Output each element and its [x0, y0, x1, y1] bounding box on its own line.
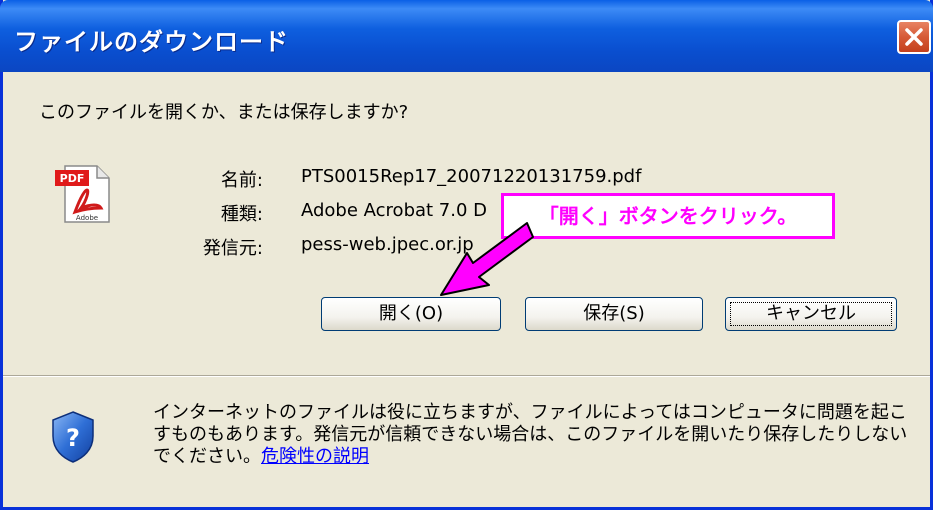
- file-name-value: PTS0015Rep17_20071220131759.pdf: [301, 166, 642, 187]
- security-warning: インターネットのファイルは役に立ちますが、ファイルによってはコンピュータに問題を…: [153, 402, 913, 468]
- file-type-label: 種類:: [220, 204, 263, 225]
- title-bar[interactable]: ファイルのダウンロード: [0, 0, 933, 72]
- cancel-button[interactable]: キャンセル: [725, 297, 897, 331]
- svg-text:Adobe: Adobe: [76, 214, 98, 222]
- open-button[interactable]: 開く(O): [321, 297, 501, 331]
- download-dialog: ファイルのダウンロード このファイルを開くか、または保存しますか? PDF Ad…: [0, 0, 933, 510]
- close-icon: [905, 28, 923, 46]
- save-button[interactable]: 保存(S): [525, 297, 703, 331]
- save-button-label: 保存(S): [583, 303, 645, 324]
- divider: [3, 375, 930, 377]
- cancel-button-label: キャンセル: [766, 303, 856, 324]
- file-source-label: 発信元:: [202, 238, 263, 259]
- instruction-callout: 「開く」ボタンをクリック。: [501, 193, 835, 239]
- close-button[interactable]: [897, 20, 931, 54]
- file-name-label: 名前:: [220, 170, 263, 191]
- focus-ring: キャンセル: [730, 302, 892, 326]
- svg-text:?: ?: [66, 424, 80, 452]
- window-title: ファイルのダウンロード: [14, 28, 289, 56]
- shield-question-icon: ?: [52, 411, 94, 463]
- download-question: このファイルを開くか、または保存しますか?: [39, 102, 409, 123]
- pointer-arrow-icon: [440, 222, 534, 296]
- open-button-label: 開く(O): [378, 303, 444, 324]
- pdf-file-icon: PDF Adobe: [55, 165, 110, 223]
- risk-explanation-link[interactable]: 危険性の説明: [261, 446, 369, 467]
- svg-text:PDF: PDF: [60, 172, 85, 185]
